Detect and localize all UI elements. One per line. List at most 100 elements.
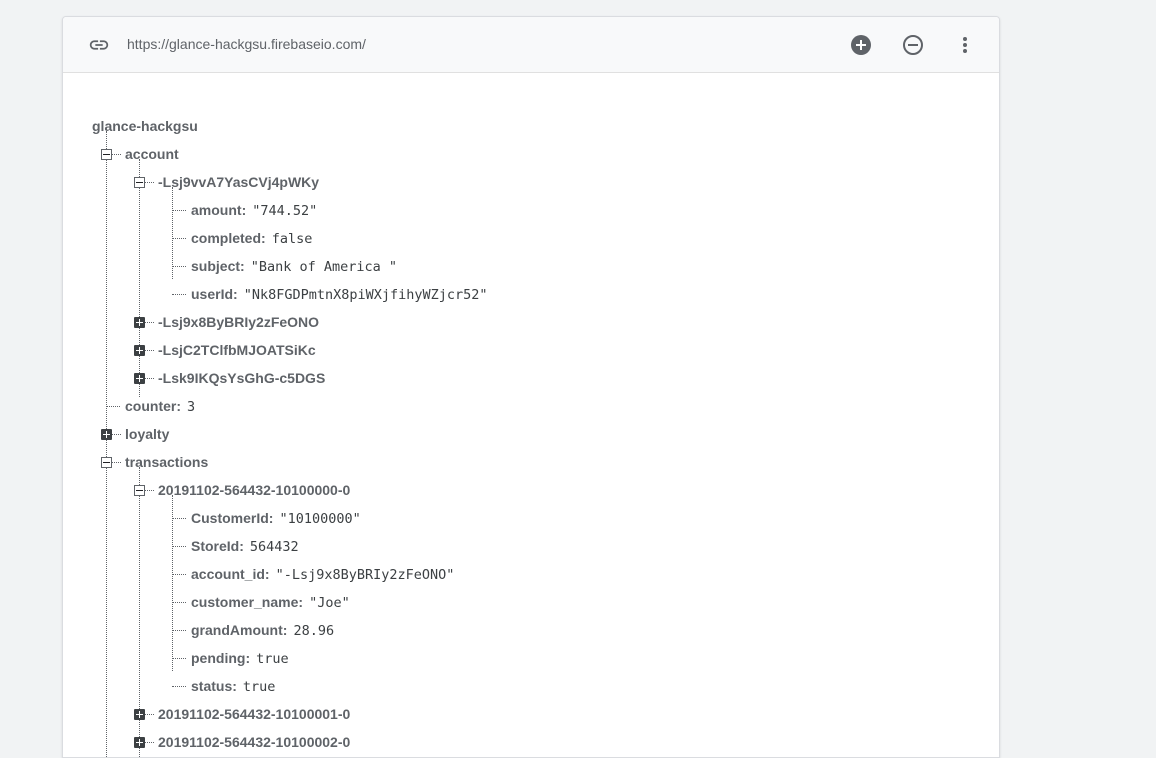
leaf-key: status (191, 678, 233, 694)
node-transactions[interactable]: transactions (125, 448, 208, 476)
add-circle-icon (851, 35, 871, 55)
tree-connector (112, 462, 121, 463)
more-vert-icon (963, 37, 967, 53)
leaf-key: pending (191, 650, 246, 666)
tree-connector (112, 154, 121, 155)
node-transaction[interactable]: 20191102-564432-10100001-0 (158, 700, 350, 728)
tree-guide (172, 495, 173, 671)
node-key: account (125, 146, 179, 162)
tree-connector (172, 602, 186, 603)
tree-connector (172, 266, 186, 267)
remove-button[interactable] (900, 32, 926, 58)
node-key: 20191102-564432-10100002-0 (158, 734, 351, 750)
leaf-status[interactable]: status: true (191, 672, 275, 700)
tree-connector (145, 350, 154, 351)
link-icon[interactable] (87, 34, 111, 56)
node-key: 20191102-564432-10100000-0 (158, 482, 351, 498)
node-transaction[interactable]: 20191102-564432-10100002-0 (158, 728, 350, 756)
tree-connector (172, 658, 186, 659)
collapse-toggle[interactable] (134, 485, 145, 496)
tree-connector (145, 322, 154, 323)
node-account-entry[interactable]: -Lsj9vvA7YasCVj4pWKy (158, 168, 319, 196)
leaf-key: StoreId (191, 538, 240, 554)
tree-guide (106, 131, 107, 757)
expand-toggle[interactable] (134, 345, 145, 356)
tree-root[interactable]: glance-hackgsu (92, 112, 198, 140)
tree-connector (172, 238, 186, 239)
node-account[interactable]: account (125, 140, 179, 168)
node-account-entry[interactable]: -LsjC2TClfbMJOATSiKc (158, 336, 316, 364)
tree-connector (145, 490, 154, 491)
leaf-key: subject (191, 258, 241, 274)
tree-connector (145, 182, 154, 183)
data-tree: glance-hackgsu account -Lsj9vvA7YasCVj4p… (63, 73, 999, 757)
leaf-key: userId (191, 286, 234, 302)
expand-toggle[interactable] (134, 737, 145, 748)
database-header: https://glance-hackgsu.firebaseio.com/ (63, 17, 999, 73)
leaf-grandamount[interactable]: grandAmount: 28.96 (191, 616, 334, 644)
leaf-value[interactable]: "-Lsj9x8ByBRIy2zFeONO" (276, 567, 455, 583)
leaf-completed[interactable]: completed: false (191, 224, 312, 252)
expand-toggle[interactable] (134, 317, 145, 328)
leaf-amount[interactable]: amount: "744.52" (191, 196, 317, 224)
leaf-value[interactable]: true (256, 651, 289, 667)
leaf-value[interactable]: 564432 (250, 539, 299, 555)
database-url[interactable]: https://glance-hackgsu.firebaseio.com/ (127, 36, 366, 52)
tree-connector (145, 742, 154, 743)
leaf-key: completed (191, 230, 262, 246)
node-key: -LsjC2TClfbMJOATSiKc (158, 342, 316, 358)
node-transaction[interactable]: 20191102-564432-10100000-0 (158, 476, 350, 504)
node-account-entry[interactable]: -Lsj9x8ByBRIy2zFeONO (158, 308, 319, 336)
tree-connector (106, 406, 120, 407)
node-key: -Lsj9x8ByBRIy2zFeONO (158, 314, 320, 330)
leaf-value[interactable]: 28.96 (293, 623, 334, 639)
collapse-toggle[interactable] (134, 177, 145, 188)
leaf-counter[interactable]: counter: 3 (125, 392, 195, 420)
expand-toggle[interactable] (101, 429, 112, 440)
tree-connector (172, 686, 186, 687)
node-key: -Lsk9IKQsYsGhG-c5DGS (158, 370, 326, 386)
node-key: transactions (125, 454, 209, 470)
node-account-entry[interactable]: -Lsk9IKQsYsGhG-c5DGS (158, 364, 325, 392)
leaf-userid[interactable]: userId: "Nk8FGDPmtnX8piWXjfihyWZjcr52" (191, 280, 488, 308)
leaf-value[interactable]: true (243, 679, 276, 695)
leaf-key: account_id (191, 566, 265, 582)
leaf-key: CustomerId (191, 510, 269, 526)
tree-guide (139, 159, 140, 397)
tree-connector (172, 210, 186, 211)
tree-connector (172, 630, 186, 631)
leaf-pending[interactable]: pending: true (191, 644, 289, 672)
leaf-value[interactable]: 3 (187, 399, 195, 415)
node-key: -Lsj9vvA7YasCVj4pWKy (158, 174, 320, 190)
database-panel: https://glance-hackgsu.firebaseio.com/ g… (62, 16, 1000, 758)
leaf-subject[interactable]: subject: "Bank of America " (191, 252, 397, 280)
tree-connector (172, 574, 186, 575)
remove-circle-icon (903, 35, 923, 55)
collapse-toggle[interactable] (101, 149, 112, 160)
tree-connector (172, 518, 186, 519)
leaf-key: customer_name (191, 594, 299, 610)
tree-connector (172, 294, 186, 295)
collapse-toggle[interactable] (101, 457, 112, 468)
leaf-key: counter (125, 398, 177, 414)
node-key: loyalty (125, 426, 170, 442)
leaf-value[interactable]: false (272, 231, 313, 247)
expand-toggle[interactable] (134, 709, 145, 720)
leaf-account-id[interactable]: account_id: "-Lsj9x8ByBRIy2zFeONO" (191, 560, 454, 588)
tree-connector (145, 714, 154, 715)
tree-connector (172, 546, 186, 547)
root-key: glance-hackgsu (92, 118, 198, 134)
leaf-customerid[interactable]: CustomerId: "10100000" (191, 504, 361, 532)
leaf-value[interactable]: "Bank of America " (251, 259, 397, 275)
leaf-value[interactable]: "744.52" (252, 203, 317, 219)
leaf-value[interactable]: "10100000" (279, 511, 360, 527)
leaf-value[interactable]: "Joe" (309, 595, 350, 611)
expand-toggle[interactable] (134, 373, 145, 384)
leaf-key: amount (191, 202, 242, 218)
add-button[interactable] (848, 32, 874, 58)
more-options-button[interactable] (952, 32, 978, 58)
leaf-value[interactable]: "Nk8FGDPmtnX8piWXjfihyWZjcr52" (244, 287, 488, 303)
leaf-storeid[interactable]: StoreId: 564432 (191, 532, 299, 560)
leaf-customer-name[interactable]: customer_name: "Joe" (191, 588, 350, 616)
node-loyalty[interactable]: loyalty (125, 420, 169, 448)
